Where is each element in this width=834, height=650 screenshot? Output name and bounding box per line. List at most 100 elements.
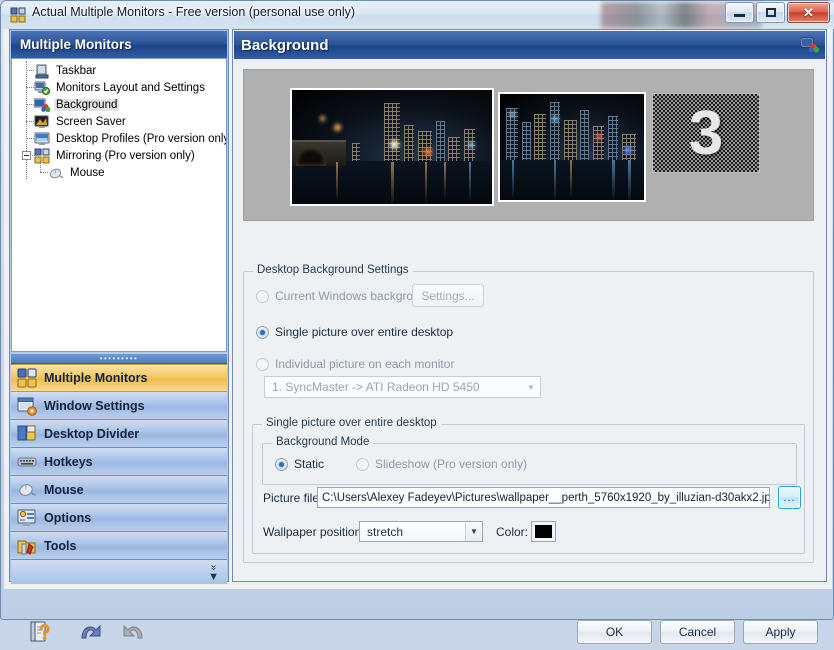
chevron-down-icon: » ▼ bbox=[208, 563, 219, 582]
footer-bar: OK Cancel Apply bbox=[7, 617, 834, 646]
monitor-2-preview[interactable] bbox=[498, 92, 646, 202]
content-header: Background bbox=[234, 31, 825, 59]
radio-individual-picture[interactable]: Individual picture on each monitor bbox=[256, 357, 454, 371]
sidebar-item-mouse[interactable]: Mouse bbox=[11, 476, 227, 504]
radio-single-picture[interactable]: Single picture over entire desktop bbox=[256, 325, 453, 339]
sidebar: Multiple Monitors Taskbar bbox=[9, 29, 229, 582]
group-title: Desktop Background Settings bbox=[253, 264, 413, 276]
wallpaper-position-dropdown[interactable]: stretch ▼ bbox=[359, 521, 483, 542]
monitor-1-preview[interactable] bbox=[290, 88, 494, 206]
tree-item-label: Mirroring (Pro version only) bbox=[54, 150, 197, 162]
radio-icon bbox=[356, 458, 369, 471]
tree-item-mirroring[interactable]: Mirroring (Pro version only) bbox=[12, 147, 226, 164]
window-settings-icon bbox=[17, 396, 37, 416]
tree-item-screen-saver[interactable]: Screen Saver bbox=[12, 113, 226, 130]
wallpaper-position-label: Wallpaper position: bbox=[263, 525, 365, 539]
sidebar-item-label: Tools bbox=[44, 539, 76, 553]
tree-connector bbox=[40, 161, 41, 172]
sidebar-item-tools[interactable]: Tools bbox=[11, 532, 227, 560]
wallpaper-position-value: stretch bbox=[367, 525, 403, 539]
radio-label: Static bbox=[294, 457, 324, 471]
sidebar-item-hotkeys[interactable]: Hotkeys bbox=[11, 448, 227, 476]
titlebar: Actual Multiple Monitors - Free version … bbox=[1, 1, 834, 29]
monitor-number-label: 3 bbox=[653, 94, 759, 172]
apply-button-label: Apply bbox=[765, 625, 795, 639]
settings-button[interactable]: Settings... bbox=[412, 284, 484, 307]
sidebar-expand-button[interactable]: » ▼ bbox=[11, 560, 227, 584]
maximize-button[interactable] bbox=[756, 2, 785, 23]
color-picker-button[interactable] bbox=[531, 521, 556, 542]
color-swatch-chip bbox=[535, 525, 552, 538]
radio-slideshow[interactable]: Slideshow (Pro version only) bbox=[356, 457, 527, 471]
monitor-select-dropdown[interactable]: 1. SyncMaster -> ATI Radeon HD 5450 ▼ bbox=[264, 376, 541, 398]
tree-expander-icon[interactable] bbox=[22, 151, 31, 160]
tree-item-background[interactable]: Background bbox=[12, 96, 226, 113]
cancel-button-label: Cancel bbox=[679, 625, 716, 639]
tree-connector bbox=[26, 70, 34, 71]
tree-connector bbox=[26, 104, 34, 105]
radio-label: Single picture over entire desktop bbox=[275, 325, 453, 339]
tree-item-taskbar[interactable]: Taskbar bbox=[12, 62, 226, 79]
picture-file-input[interactable]: C:\Users\Alexey Fadeyev\Pictures\wallpap… bbox=[317, 487, 770, 508]
browse-button[interactable]: ... bbox=[778, 486, 801, 509]
mirroring-icon bbox=[34, 148, 50, 164]
tree-connector bbox=[40, 172, 48, 173]
settings-button-label: Settings... bbox=[421, 289, 474, 303]
mouse-icon bbox=[48, 165, 64, 181]
sidebar-item-desktop-divider[interactable]: Desktop Divider bbox=[11, 420, 227, 448]
page-title: Background bbox=[241, 37, 329, 54]
monitor-preview: 3 bbox=[243, 69, 814, 221]
radio-icon bbox=[275, 458, 288, 471]
sidebar-nav: ••••••••• Multiple Monitors bbox=[11, 354, 227, 581]
tree-item-mouse[interactable]: Mouse bbox=[12, 164, 226, 181]
chevron-down-icon: ▼ bbox=[465, 522, 482, 541]
radio-current-windows-background[interactable]: Current Windows background bbox=[256, 289, 433, 303]
apply-button[interactable]: Apply bbox=[743, 620, 818, 644]
close-button[interactable]: ✕ bbox=[787, 2, 830, 23]
single-picture-group: Single picture over entire desktop Backg… bbox=[252, 424, 805, 554]
minimize-icon bbox=[726, 3, 753, 22]
nav-grip-handle[interactable]: ••••••••• bbox=[11, 354, 227, 364]
wallpaper-thumbnail bbox=[500, 94, 644, 200]
monitor-select-value: 1. SyncMaster -> ATI Radeon HD 5450 bbox=[272, 380, 480, 394]
redo-arrow-icon[interactable] bbox=[119, 619, 145, 645]
ok-button[interactable]: OK bbox=[577, 620, 652, 644]
radio-icon bbox=[256, 326, 269, 339]
undo-arrow-icon[interactable] bbox=[79, 619, 105, 645]
minimize-button[interactable] bbox=[725, 2, 754, 23]
close-icon: ✕ bbox=[788, 3, 829, 22]
window-title: Actual Multiple Monitors - Free version … bbox=[32, 5, 355, 19]
background-icon bbox=[34, 97, 50, 113]
sidebar-item-label: Window Settings bbox=[44, 399, 145, 413]
cancel-button[interactable]: Cancel bbox=[660, 620, 735, 644]
tools-icon bbox=[17, 536, 37, 556]
tree-item-label: Monitors Layout and Settings bbox=[54, 82, 207, 94]
sidebar-item-label: Hotkeys bbox=[44, 455, 93, 469]
radio-icon bbox=[256, 290, 269, 303]
group-title: Single picture over entire desktop bbox=[262, 417, 441, 429]
sidebar-item-multiple-monitors[interactable]: Multiple Monitors bbox=[11, 364, 227, 392]
options-icon bbox=[17, 508, 37, 528]
radio-label: Individual picture on each monitor bbox=[275, 357, 454, 371]
tree-item-monitors-layout[interactable]: Monitors Layout and Settings bbox=[12, 79, 226, 96]
help-book-icon[interactable] bbox=[27, 619, 53, 645]
tree-item-label: Taskbar bbox=[54, 65, 98, 77]
multiple-monitors-icon bbox=[17, 368, 37, 388]
monitor-3-preview[interactable]: 3 bbox=[652, 93, 760, 173]
radio-label: Current Windows background bbox=[275, 289, 433, 303]
navigation-tree[interactable]: Taskbar Monitors Layout and Settings bbox=[11, 58, 227, 352]
wallpaper-thumbnail bbox=[292, 90, 492, 204]
sidebar-item-window-settings[interactable]: Window Settings bbox=[11, 392, 227, 420]
desktop-divider-icon bbox=[17, 424, 37, 444]
tree-connector bbox=[26, 87, 34, 88]
taskbar-icon bbox=[34, 63, 50, 79]
desktop-background-settings-group: Desktop Background Settings Current Wind… bbox=[243, 271, 814, 563]
picture-file-label: Picture file: bbox=[263, 491, 322, 505]
radio-static[interactable]: Static bbox=[275, 457, 324, 471]
ok-button-label: OK bbox=[606, 625, 623, 639]
radio-icon bbox=[256, 358, 269, 371]
sidebar-item-options[interactable]: Options bbox=[11, 504, 227, 532]
sidebar-item-label: Multiple Monitors bbox=[44, 371, 147, 385]
radio-label: Slideshow (Pro version only) bbox=[375, 457, 527, 471]
tree-item-desktop-profiles[interactable]: Desktop Profiles (Pro version only) bbox=[12, 130, 226, 147]
